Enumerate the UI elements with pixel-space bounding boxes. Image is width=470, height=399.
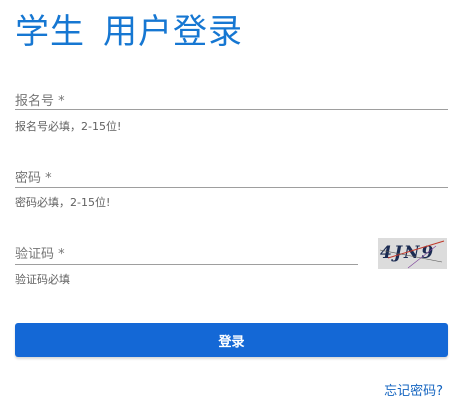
captcha-label: 验证码 * [15, 247, 65, 262]
page-title: 学生 用户登录 [15, 4, 243, 53]
role-label: 学生 [15, 12, 85, 52]
registration-number-label: 报名号 * [15, 94, 65, 109]
login-title: 用户登录 [103, 12, 243, 52]
forgot-password-link[interactable]: 忘记密码? [384, 380, 443, 399]
captcha-underline [15, 264, 358, 265]
captcha-noise-lines [379, 240, 445, 269]
password-hint: 密码必填，2-15位! [15, 196, 111, 209]
registration-number-hint: 报名号必填，2-15位! [15, 120, 122, 133]
captcha-hint: 验证码必填 [15, 273, 70, 286]
password-underline [15, 187, 448, 188]
captcha-image[interactable]: 4JN9 [378, 238, 447, 269]
registration-number-underline [15, 109, 448, 110]
password-label: 密码 * [15, 171, 52, 186]
login-button[interactable]: 登录 [15, 323, 448, 357]
